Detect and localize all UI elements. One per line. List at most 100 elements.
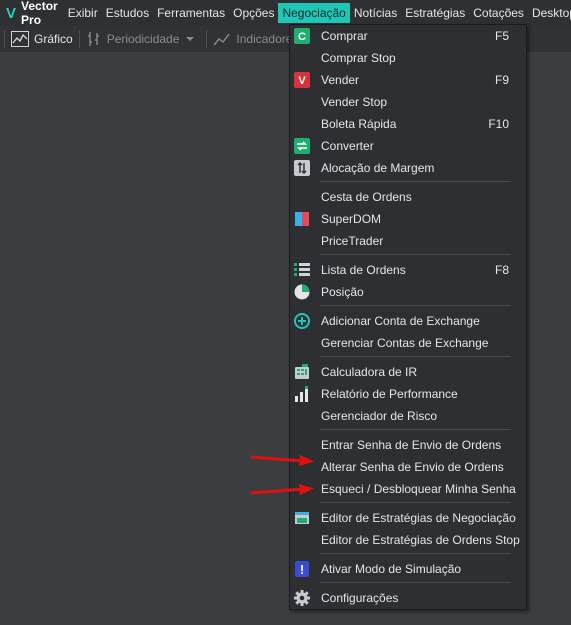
menu-item-alterar-senha[interactable]: Alterar Senha de Envio de Ordens <box>290 456 526 478</box>
menu-item-label: Vender Stop <box>321 95 388 109</box>
menu-item-label: Gerenciador de Risco <box>321 409 438 423</box>
menu-item-label: Comprar <box>321 29 368 43</box>
simulation-alert-icon: ! <box>295 561 309 577</box>
menu-separator <box>320 553 511 554</box>
menu-item-boleta-rapida[interactable]: Boleta Rápida F10 <box>290 113 526 135</box>
menu-item-entrar-senha[interactable]: Entrar Senha de Envio de Ordens <box>290 434 526 456</box>
menu-opcoes[interactable]: Opções <box>229 3 278 23</box>
menu-item-label: Posição <box>321 285 364 299</box>
menu-item-vender[interactable]: V Vender F9 <box>290 69 526 91</box>
menu-estudos[interactable]: Estudos <box>102 3 153 23</box>
app-name: Vector Pro <box>21 0 58 27</box>
menu-negociacao[interactable]: Negociação <box>278 3 350 23</box>
line-chart-icon <box>11 31 29 47</box>
shortcut-label: F5 <box>494 29 509 43</box>
menu-item-configuracoes[interactable]: Configurações <box>290 587 526 609</box>
menu-item-alocacao-margem[interactable]: Alocação de Margem <box>290 157 526 179</box>
menu-separator <box>320 582 511 583</box>
menu-separator <box>320 305 511 306</box>
shortcut-label: F10 <box>488 117 509 131</box>
menu-item-cesta-ordens[interactable]: Cesta de Ordens <box>290 186 526 208</box>
menu-item-editor-estrategias-stop[interactable]: Editor de Estratégias de Ordens Stop <box>290 529 526 551</box>
periodicity-dropdown[interactable]: Periodicidade <box>80 26 207 52</box>
red-arrow-annotation-icon <box>250 455 314 466</box>
menu-item-ativar-simulacao[interactable]: ! Ativar Modo de Simulação <box>290 558 526 580</box>
menu-item-label: Vender <box>321 73 360 87</box>
menu-estrategias[interactable]: Estratégias <box>401 3 469 23</box>
menu-item-lista-ordens[interactable]: Lista de Ordens F8 <box>290 259 526 281</box>
menu-item-vender-stop[interactable]: Vender Stop <box>290 91 526 113</box>
pie-chart-icon <box>294 284 310 300</box>
red-arrow-annotation-icon <box>250 484 314 495</box>
menu-item-label: Adicionar Conta de Exchange <box>321 314 480 328</box>
bar-period-icon <box>87 32 99 46</box>
menu-item-pricetrader[interactable]: PriceTrader <box>290 230 526 252</box>
indicator-icon <box>213 33 230 46</box>
menu-separator <box>320 502 511 503</box>
menu-item-relatorio-performance[interactable]: Relatório de Performance <box>290 383 526 405</box>
menu-item-label: Lista de Ordens <box>321 263 406 277</box>
menu-item-calculadora-ir[interactable]: Calculadora de IR <box>290 361 526 383</box>
menu-item-superdom[interactable]: SuperDOM <box>290 208 526 230</box>
menu-item-gerenciar-contas[interactable]: Gerenciar Contas de Exchange <box>290 332 526 354</box>
chart-label: Gráfico <box>34 32 73 46</box>
buy-icon: C <box>294 28 310 44</box>
svg-text:V: V <box>298 75 306 87</box>
menu-bar: V Vector Pro Exibir Estudos Ferramentas … <box>0 0 571 27</box>
menu-item-comprar[interactable]: C Comprar F5 <box>290 25 526 47</box>
menu-item-label: Calculadora de IR <box>321 365 418 379</box>
app-logo: V Vector Pro <box>0 0 64 27</box>
margin-allocation-icon <box>294 160 310 176</box>
tax-calculator-icon <box>295 364 309 379</box>
menu-item-label: Entrar Senha de Envio de Ordens <box>321 438 502 452</box>
menu-separator <box>320 429 511 430</box>
sell-icon: V <box>294 72 310 88</box>
convert-icon <box>294 138 310 154</box>
chevron-down-icon <box>186 37 195 41</box>
menu-noticias[interactable]: Notícias <box>350 3 401 23</box>
menu-item-label: SuperDOM <box>321 212 382 226</box>
menu-item-label: Cesta de Ordens <box>321 190 412 204</box>
menu-separator <box>320 356 511 357</box>
menu-item-label: Editor de Estratégias de Ordens Stop <box>321 533 520 547</box>
menu-item-label: Relatório de Performance <box>321 387 458 401</box>
menu-separator <box>320 254 511 255</box>
menu-item-label: Gerenciar Contas de Exchange <box>321 336 489 350</box>
menu-item-label: Comprar Stop <box>321 51 396 65</box>
superdom-icon <box>295 212 309 226</box>
menu-item-label: Boleta Rápida <box>321 117 397 131</box>
chart-button[interactable]: Gráfico <box>5 26 79 52</box>
menu-item-label: Esqueci / Desbloquear Minha Senha <box>321 482 516 496</box>
performance-report-icon <box>295 386 308 402</box>
menu-exibir[interactable]: Exibir <box>64 3 102 23</box>
menu-item-label: Ativar Modo de Simulação <box>321 562 462 576</box>
strategy-editor-icon <box>295 512 309 524</box>
menu-desktop[interactable]: Desktop <box>528 3 571 23</box>
menu-item-posicao[interactable]: Posição <box>290 281 526 303</box>
menu-separator <box>320 181 511 182</box>
menu-item-editor-estrategias-negociacao[interactable]: Editor de Estratégias de Negociação <box>290 507 526 529</box>
menu-item-label: Converter <box>321 139 374 153</box>
menu-item-gerenciador-risco[interactable]: Gerenciador de Risco <box>290 405 526 427</box>
menu-item-converter[interactable]: Converter <box>290 135 526 157</box>
periodicity-label: Periodicidade <box>106 32 180 46</box>
negociacao-dropdown-menu: C Comprar F5 Comprar Stop V Vender F9 Ve… <box>289 24 527 610</box>
svg-text:C: C <box>298 31 306 43</box>
menu-item-label: Alocação de Margem <box>321 161 435 175</box>
menu-ferramentas[interactable]: Ferramentas <box>153 3 229 23</box>
add-account-icon <box>294 313 310 329</box>
vector-logo-icon: V <box>6 4 17 22</box>
menu-item-label: Alterar Senha de Envio de Ordens <box>321 460 504 474</box>
menu-item-esqueci-senha[interactable]: Esqueci / Desbloquear Minha Senha <box>290 478 526 500</box>
svg-text:!: ! <box>300 562 304 577</box>
menu-item-comprar-stop[interactable]: Comprar Stop <box>290 47 526 69</box>
shortcut-label: F9 <box>494 73 509 87</box>
menu-item-label: Configurações <box>321 591 399 605</box>
menu-cotacoes[interactable]: Cotações <box>469 3 528 23</box>
gear-icon <box>294 590 310 606</box>
shortcut-label: F8 <box>494 263 509 277</box>
menu-item-label: PriceTrader <box>321 234 384 248</box>
menu-item-label: Editor de Estratégias de Negociação <box>321 511 516 525</box>
order-list-icon <box>294 263 310 276</box>
menu-item-adicionar-conta[interactable]: Adicionar Conta de Exchange <box>290 310 526 332</box>
